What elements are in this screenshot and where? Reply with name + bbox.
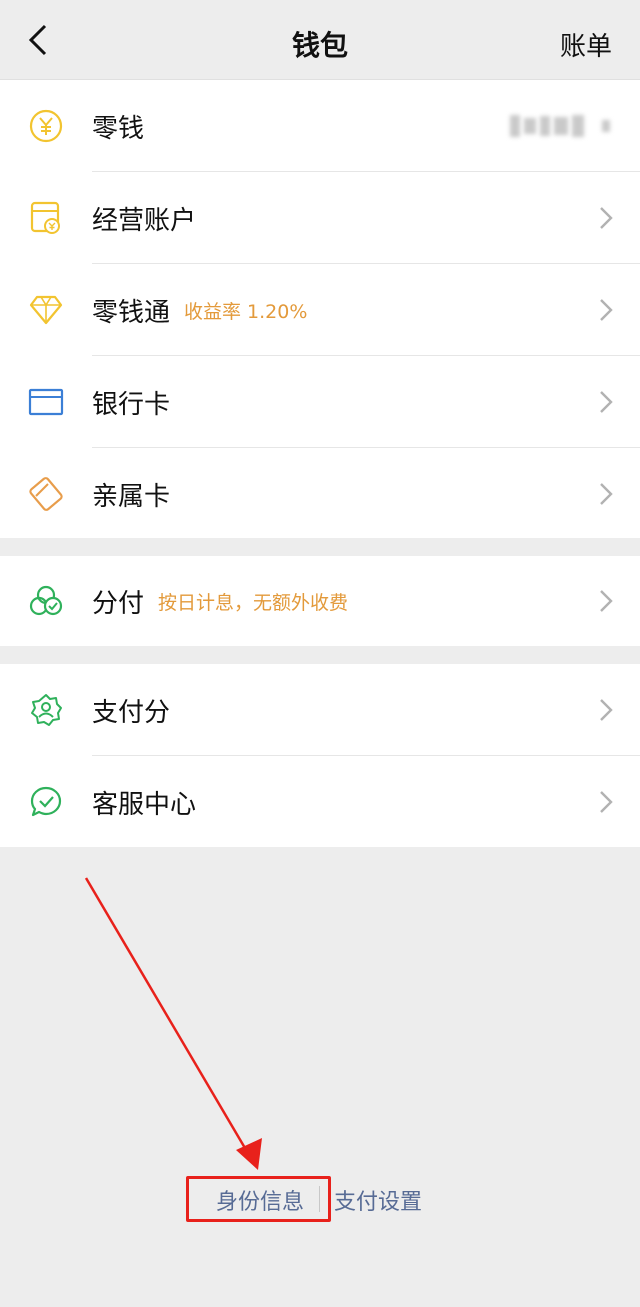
row-label: 银行卡 bbox=[92, 389, 171, 420]
chevron-right-icon bbox=[600, 299, 613, 321]
row-change[interactable]: 零钱 bbox=[0, 80, 640, 172]
bill-button[interactable]: 账单 bbox=[560, 26, 612, 63]
pay-score-icon bbox=[28, 692, 64, 728]
shop-account-icon bbox=[28, 200, 64, 236]
chevron-right-icon bbox=[600, 483, 613, 505]
bank-card-icon bbox=[28, 384, 64, 420]
page-title: 钱包 bbox=[291, 29, 348, 62]
row-label: 零钱 bbox=[92, 113, 145, 144]
installment-icon bbox=[28, 583, 64, 619]
hidden-balance bbox=[510, 114, 610, 138]
customer-service-icon bbox=[28, 784, 64, 820]
yuan-coin-icon bbox=[28, 108, 64, 144]
interest-tag: 按日计息，无额外收费 bbox=[158, 591, 349, 614]
payment-settings-link[interactable]: 支付设置 bbox=[334, 1184, 422, 1216]
row-pay-score[interactable]: 支付分 bbox=[0, 664, 640, 756]
row-business-account[interactable]: 经营账户 bbox=[0, 172, 640, 264]
services-group: 支付分 客服中心 bbox=[0, 664, 640, 847]
row-label: 零钱通 bbox=[92, 297, 171, 328]
row-label: 亲属卡 bbox=[92, 481, 171, 512]
row-bank-card[interactable]: 银行卡 bbox=[0, 356, 640, 448]
wallet-group: 零钱 经营账户 零钱通 收益率 1.20% 银行卡 亲属卡 bbox=[0, 80, 640, 538]
row-lingqiantong[interactable]: 零钱通 收益率 1.20% bbox=[0, 264, 640, 356]
diamond-icon bbox=[28, 292, 64, 328]
annotation-highlight-box bbox=[186, 1176, 331, 1222]
chevron-right-icon bbox=[600, 391, 613, 413]
row-label: 支付分 bbox=[92, 697, 171, 728]
credit-group: 分付 按日计息，无额外收费 bbox=[0, 556, 640, 646]
row-customer-service[interactable]: 客服中心 bbox=[0, 756, 640, 848]
family-card-icon bbox=[28, 476, 64, 512]
row-label: 经营账户 bbox=[92, 205, 197, 236]
chevron-right-icon bbox=[600, 207, 613, 229]
row-label: 分付 bbox=[92, 588, 145, 619]
chevron-right-icon bbox=[600, 699, 613, 721]
yield-rate-tag: 收益率 1.20% bbox=[184, 300, 308, 323]
wallet-page: 钱包 账单 零钱 经营账户 零钱通 收益率 1.20% 银行卡 亲属卡 分付 按… bbox=[0, 0, 640, 1307]
row-fenfu[interactable]: 分付 按日计息，无额外收费 bbox=[0, 556, 640, 646]
nav-bar: 钱包 账单 bbox=[0, 0, 640, 80]
row-family-card[interactable]: 亲属卡 bbox=[0, 448, 640, 540]
row-label: 客服中心 bbox=[92, 789, 197, 820]
chevron-right-icon bbox=[600, 791, 613, 813]
chevron-right-icon bbox=[600, 590, 613, 612]
